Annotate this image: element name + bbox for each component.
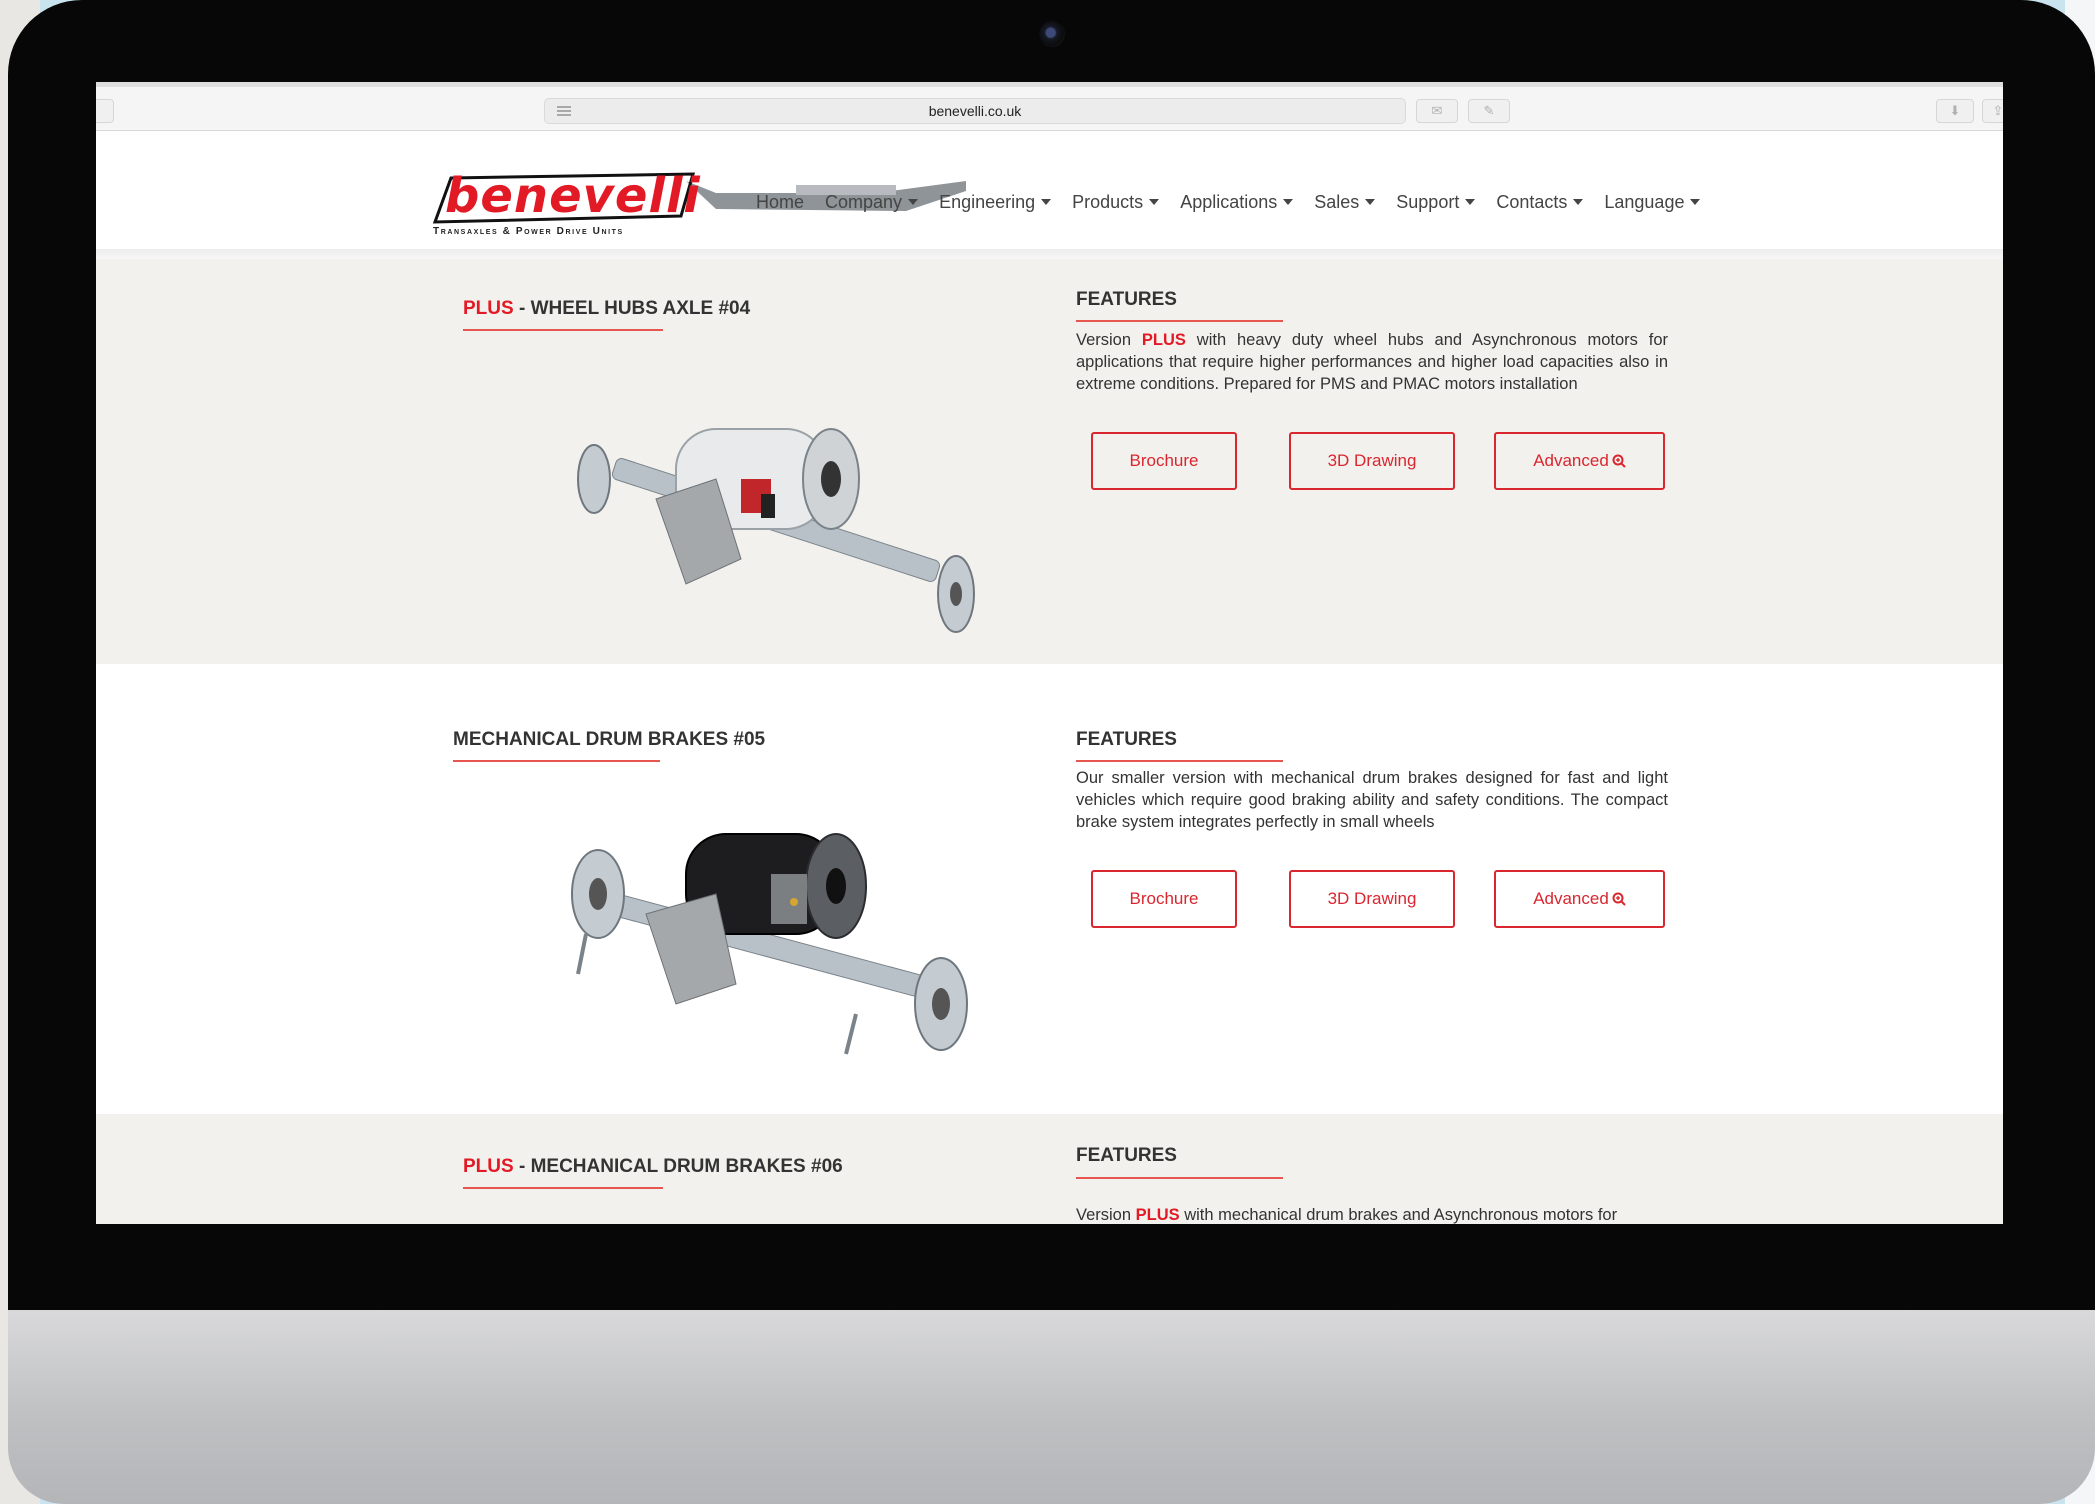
caret-down-icon (1041, 199, 1052, 205)
screen: benevelli.co.uk ✉ ✎ ⬇ ⇪ benevelli Transa… (96, 82, 2003, 1224)
nav-company[interactable]: Company (825, 187, 919, 217)
product-image-wheel-hubs-axle (577, 428, 975, 633)
advanced-button[interactable]: Advanced (1494, 432, 1665, 490)
product-description: Version PLUS with heavy duty wheel hubs … (1076, 329, 1668, 395)
features-underline (1076, 760, 1283, 762)
nav-sales[interactable]: Sales (1314, 187, 1376, 217)
description-highlight: PLUS (1141, 331, 1186, 349)
nav-company-label: Company (825, 191, 903, 212)
caret-down-icon (1365, 199, 1376, 205)
nav-support-label: Support (1396, 191, 1460, 212)
features-heading: FEATURES (1076, 1145, 1177, 1166)
download-icon[interactable]: ⬇ (1936, 99, 1974, 123)
description-text: with mechanical drum brakes and Asynchro… (1179, 1206, 1618, 1224)
camera-icon (1039, 21, 1065, 47)
3d-drawing-button[interactable]: 3D Drawing (1289, 432, 1455, 490)
features-underline (1076, 320, 1283, 322)
address-bar[interactable]: benevelli.co.uk (544, 98, 1406, 124)
plus-label: PLUS (463, 1156, 514, 1177)
sidebar-button[interactable] (96, 99, 114, 123)
nav-contacts[interactable]: Contacts (1496, 187, 1584, 217)
url-text: benevelli.co.uk (928, 103, 1022, 119)
nav-engineering[interactable]: Engineering (939, 187, 1052, 217)
zoom-in-icon (1612, 454, 1626, 468)
main-navigation: Home Company Engineering Products Applic… (756, 187, 1701, 217)
advanced-button[interactable]: Advanced (1494, 870, 1665, 928)
header-divider (96, 249, 2003, 259)
product-section-06: PLUS - MECHANICAL DRUM BRAKES #06 FEATUR… (96, 1114, 2003, 1224)
caret-down-icon (1690, 199, 1701, 205)
caret-down-icon (1573, 199, 1584, 205)
nav-home[interactable]: Home (756, 187, 804, 217)
description-prefix: Version (1076, 331, 1142, 349)
product-title: PLUS - MECHANICAL DRUM BRAKES #06 (463, 1156, 843, 1178)
features-heading: FEATURES (1076, 289, 1177, 310)
nav-products[interactable]: Products (1072, 187, 1160, 217)
advanced-label: Advanced (1533, 451, 1609, 470)
zoom-in-icon (1612, 892, 1626, 906)
mail-icon[interactable]: ✉ (1416, 99, 1458, 123)
product-title-text: - MECHANICAL DRUM BRAKES #06 (513, 1156, 843, 1177)
share-icon[interactable]: ⇪ (1982, 99, 2003, 123)
description-prefix: Version (1076, 1206, 1136, 1224)
product-image-drum-brakes (571, 833, 968, 1055)
brochure-button[interactable]: Brochure (1091, 432, 1237, 490)
product-description: Version PLUS with mechanical drum brakes… (1076, 1204, 1668, 1224)
advanced-label: Advanced (1533, 889, 1609, 908)
nav-support[interactable]: Support (1396, 187, 1476, 217)
monitor-chin (8, 1310, 2095, 1504)
nav-applications[interactable]: Applications (1180, 187, 1294, 217)
edit-icon[interactable]: ✎ (1468, 99, 1510, 123)
caret-down-icon (1283, 199, 1294, 205)
logo-tagline: Transaxles & Power Drive Units (433, 226, 624, 237)
title-underline (463, 329, 663, 331)
product-title: PLUS - WHEEL HUBS AXLE #04 (463, 298, 750, 320)
plus-label: PLUS (463, 298, 514, 319)
nav-language[interactable]: Language (1604, 187, 1701, 217)
title-underline (463, 1187, 663, 1189)
logo-wordmark: benevelli (445, 168, 701, 224)
imac-monitor: benevelli.co.uk ✉ ✎ ⬇ ⇪ benevelli Transa… (8, 0, 2095, 1504)
caret-down-icon (1149, 199, 1160, 205)
nav-contacts-label: Contacts (1496, 191, 1568, 212)
caret-down-icon (908, 199, 919, 205)
product-title-text: - WHEEL HUBS AXLE #04 (513, 298, 751, 319)
features-heading: FEATURES (1076, 729, 1177, 750)
3d-drawing-button[interactable]: 3D Drawing (1289, 870, 1455, 928)
browser-toolbar: benevelli.co.uk ✉ ✎ ⬇ ⇪ (96, 82, 2003, 131)
nav-applications-label: Applications (1180, 191, 1278, 212)
nav-home-label: Home (756, 191, 805, 212)
nav-language-label: Language (1604, 191, 1685, 212)
description-highlight: PLUS (1135, 1206, 1180, 1224)
product-section-04: PLUS - WHEEL HUBS AXLE #04 FEATURES Vers… (96, 259, 2003, 664)
caret-down-icon (1465, 199, 1476, 205)
product-title: MECHANICAL DRUM BRAKES #05 (453, 729, 766, 750)
product-description: Our smaller version with mechanical drum… (1076, 769, 1668, 831)
nav-sales-label: Sales (1314, 191, 1360, 212)
nav-products-label: Products (1072, 191, 1144, 212)
product-section-05: MECHANICAL DRUM BRAKES #05 FEATURES Our … (96, 664, 2003, 1124)
brochure-button[interactable]: Brochure (1091, 870, 1237, 928)
title-underline (453, 760, 660, 762)
nav-engineering-label: Engineering (939, 191, 1036, 212)
brand-logo[interactable]: benevelli Transaxles & Power Drive Units (431, 168, 701, 242)
features-underline (1076, 1177, 1283, 1179)
tab-strip (96, 82, 2003, 87)
